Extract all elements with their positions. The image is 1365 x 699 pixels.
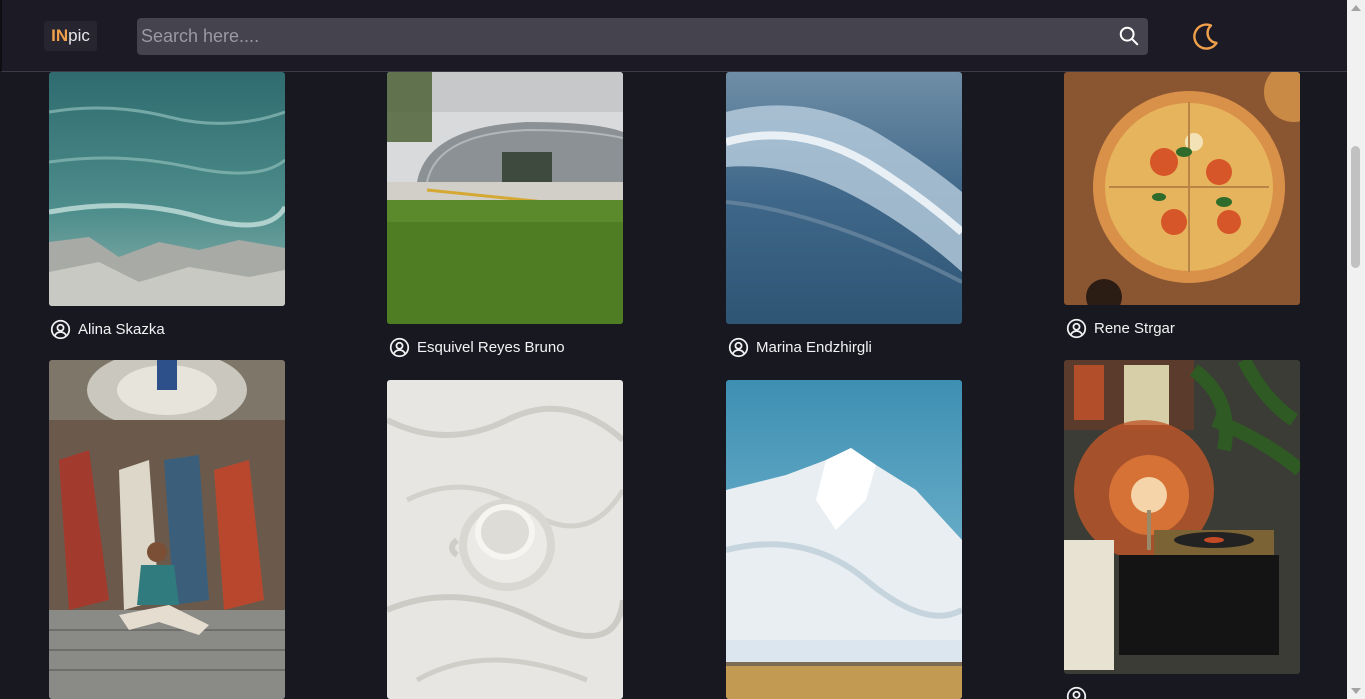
user-circle-icon (1066, 686, 1087, 699)
gallery-image-pizza[interactable] (1064, 72, 1300, 305)
gallery-image-coffee-cup-bed[interactable] (387, 380, 623, 699)
user-circle-icon (1066, 318, 1087, 339)
inpic-logo[interactable]: IN pic (44, 21, 97, 51)
user-circle-icon (50, 319, 71, 340)
author-name: Marina Endzhirgli (756, 339, 872, 356)
scrollbar-thumb[interactable] (1351, 146, 1360, 268)
author-link-2[interactable]: Marina Endzhirgli (728, 337, 872, 358)
user-circle-icon (389, 337, 410, 358)
logo-pic-text: pic (68, 26, 90, 45)
gallery-image-ocean-wave[interactable] (726, 72, 962, 324)
top-navigation-bar: IN pic (0, 0, 1347, 72)
logo-in-text: IN (51, 26, 69, 45)
moon-icon[interactable] (1189, 20, 1221, 52)
gallery-image-mural-man[interactable] (49, 360, 285, 699)
author-name: Esquivel Reyes Bruno (417, 339, 565, 356)
scroll-down-arrow-icon[interactable] (1351, 688, 1361, 694)
author-name: Alina Skazka (78, 321, 165, 338)
scroll-up-arrow-icon[interactable] (1351, 5, 1361, 11)
gallery-image-snow-mountain[interactable] (726, 380, 962, 699)
app-window: Alina Skazka Esquivel Reyes Bruno Marina… (0, 0, 1365, 699)
gallery-image-lamp-record-player[interactable] (1064, 360, 1300, 674)
author-link-0[interactable]: Alina Skazka (50, 319, 165, 340)
image-gallery: Alina Skazka Esquivel Reyes Bruno Marina… (0, 0, 1347, 699)
search-bar (137, 18, 1148, 55)
author-link-7[interactable] (1066, 686, 1094, 699)
author-link-1[interactable]: Esquivel Reyes Bruno (389, 337, 565, 358)
author-name: Rene Strgar (1094, 320, 1175, 337)
gallery-image-sea-rocks[interactable] (49, 72, 285, 306)
search-icon[interactable] (1118, 25, 1140, 47)
gallery-image-modern-building[interactable] (387, 72, 623, 324)
vertical-scrollbar[interactable] (1347, 0, 1365, 699)
author-link-3[interactable]: Rene Strgar (1066, 318, 1175, 339)
user-circle-icon (728, 337, 749, 358)
search-input[interactable] (137, 18, 1101, 55)
